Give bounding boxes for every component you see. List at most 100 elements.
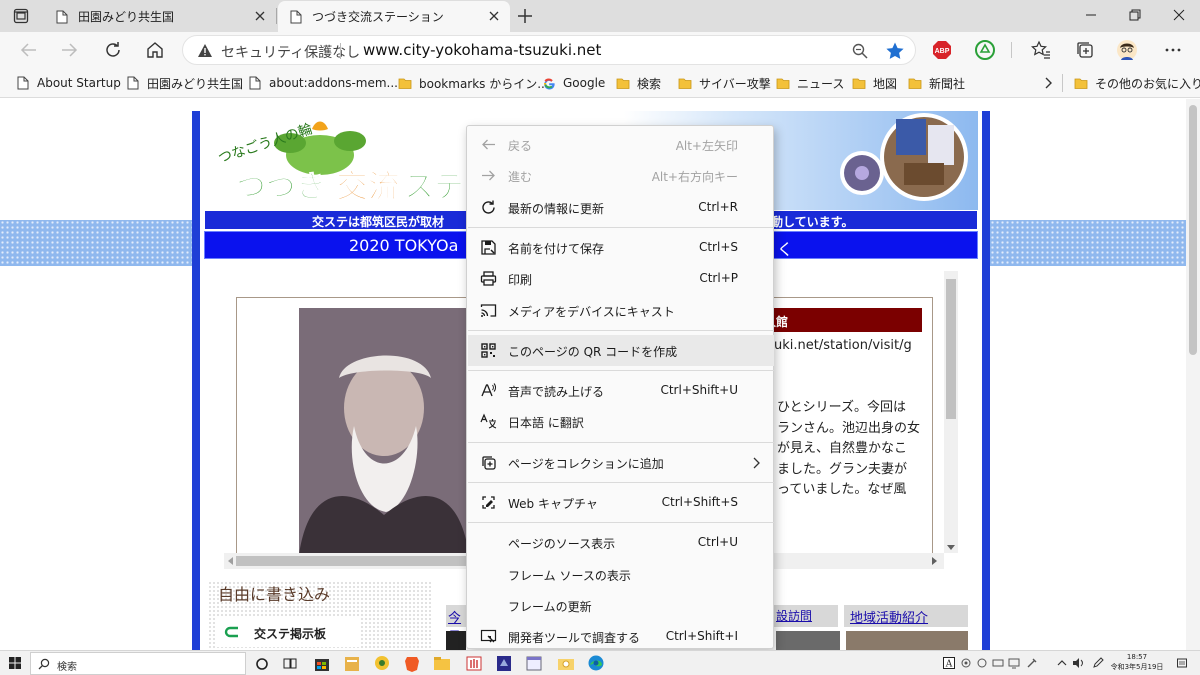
article-vertical-scrollbar[interactable] [944,271,958,553]
scroll-right-arrow-icon[interactable] [930,557,938,565]
restore-button[interactable] [1124,4,1146,26]
bookmark-item[interactable]: 検索 [616,73,661,93]
game-app-icon[interactable] [494,654,514,673]
menu-item-read-aloud[interactable]: 音声で読み上げる Ctrl+Shift+U [468,375,774,406]
bookmark-label: 田園みどり共生国 [147,76,244,91]
task-view-icon[interactable] [280,654,300,673]
collections-icon[interactable] [1074,39,1096,61]
menu-item-devtools[interactable]: 開発者ツールで調査する Ctrl+Shift+I [468,621,774,652]
pen-icon[interactable] [1092,657,1104,669]
refresh-button[interactable] [102,39,124,61]
bookmark-item[interactable]: 新聞社 [908,73,965,93]
taskbar-search-box[interactable]: 検索 [30,652,246,675]
favorite-star-icon[interactable] [885,41,905,61]
menu-item-collections[interactable]: ページをコレクションに追加 [468,447,774,478]
store-icon[interactable] [312,654,332,673]
tray-keyboard-icon[interactable] [992,657,1004,669]
menu-item-save[interactable]: 名前を付けて保存 Ctrl+S [468,232,774,263]
menu-item-qr-code[interactable]: このページの QR コードを作成 [468,334,774,366]
site-logo[interactable]: つなごう人の輪 つづき 交流 ステー [212,115,482,207]
tab-actions-button[interactable] [10,6,32,26]
bookmark-item[interactable]: about:addons-mem... [248,73,398,93]
thumbnail-image[interactable] [776,631,840,650]
menu-separator [468,370,774,372]
bookmark-label: Google [563,76,606,90]
tray-tools-icon[interactable] [1026,657,1038,669]
thumbnail-image[interactable] [846,631,968,650]
scrollbar-thumb[interactable] [946,279,956,419]
context-menu: 戻る Alt+左矢印 進む Alt+右方向キー 最新の情報に更新 Ctrl+R 名前を付けて… [466,125,774,649]
home-button[interactable] [144,39,166,61]
tray-app-icon[interactable] [976,657,988,669]
globe-app-icon[interactable] [372,654,392,673]
adblock-plus-icon[interactable]: ABP [931,39,953,61]
menu-item-back-arrow[interactable]: 戻る Alt+左矢印 [468,129,774,160]
thumbnail-image[interactable] [446,631,466,650]
cast-icon [480,303,497,317]
forward-button[interactable] [58,39,80,61]
cortana-icon[interactable] [252,654,272,673]
article-link[interactable]: uki.net/station/visit/g [774,338,912,353]
bookmark-item[interactable]: 田園みどり共生国 [126,73,243,93]
other-favorites-folder[interactable]: その他のお気に入り [1074,73,1200,93]
menu-item-print[interactable]: 印刷 Ctrl+P [468,263,774,294]
file-explorer-icon[interactable] [432,654,452,673]
folder-icon [616,78,630,89]
close-icon[interactable] [488,10,500,22]
menu-item-refresh[interactable]: 最新の情報に更新 Ctrl+R [468,192,774,223]
bookmark-item[interactable]: サイバー攻撃 [678,73,771,93]
window-close-button[interactable] [1168,4,1190,26]
folder-app-icon[interactable] [556,654,576,673]
warning-icon[interactable] [197,43,213,59]
menu-item-forward-arrow[interactable]: 進む Alt+右方向キー [468,160,774,191]
menu-item-translate[interactable]: 日本語 に翻訳 [468,406,774,437]
menu-item-menu-item[interactable]: ページのソース表示 Ctrl+U [468,527,774,558]
close-icon[interactable] [254,10,266,22]
edge-browser-icon[interactable] [586,654,606,673]
scroll-left-arrow-icon[interactable] [227,557,235,565]
bookmark-item[interactable]: 地図 [852,73,897,93]
bookmark-item[interactable]: Google [542,73,605,93]
show-hidden-icons-icon[interactable] [1056,657,1068,669]
print-icon [480,271,497,286]
media-app-icon[interactable] [464,654,484,673]
profile-avatar[interactable] [1116,39,1138,61]
bulletin-board-link[interactable]: 交ステ掲示板 [216,617,360,647]
scroll-down-arrow-icon[interactable] [947,543,955,551]
more-menu-icon[interactable] [1162,39,1184,61]
menu-item-menu-item[interactable]: フレームの更新 [468,590,774,621]
tray-monitor-icon[interactable] [1008,657,1020,669]
brave-icon[interactable] [402,654,422,673]
notepad-app-icon[interactable] [342,654,362,673]
menu-item-cast[interactable]: メディアをデバイスにキャスト [468,295,774,326]
bookmark-item[interactable]: bookmarks からイン... [398,73,549,93]
scrollbar-thumb[interactable] [1189,105,1197,355]
new-tab-button[interactable] [514,5,536,27]
tab-tsuzuki[interactable]: つづき交流ステーション [278,1,510,32]
tray-settings-icon[interactable] [960,657,972,669]
volume-icon[interactable] [1072,657,1084,669]
tab-actions-icon [13,8,29,24]
folder-icon [678,78,692,89]
chevron-right-icon[interactable] [1040,74,1056,92]
windows-start-icon[interactable] [9,657,21,669]
ime-mode-icon[interactable]: A [943,657,955,669]
facility-visit-link[interactable]: 設訪問 [774,605,838,627]
menu-item-web-capture[interactable]: Web キャプチャ Ctrl+Shift+S [468,487,774,518]
favorites-icon[interactable] [1030,39,1052,61]
page-vertical-scrollbar[interactable] [1186,99,1200,650]
calendar-app-icon[interactable] [524,654,544,673]
recycle-extension-icon[interactable] [974,39,996,61]
notification-icon[interactable] [1176,657,1188,669]
community-activity-link[interactable]: 地域活動紹介 [844,605,968,627]
bookmark-item[interactable]: ニュース [776,73,844,93]
tab-denen[interactable]: 田園みどり共生国 [44,1,276,32]
bookmark-item[interactable]: About Startup [16,73,121,93]
back-button[interactable] [18,39,40,61]
menu-item-menu-item[interactable]: フレーム ソースの表示 [468,559,774,590]
address-bar[interactable]: セキュリティ保護なし www.city-yokohama-tsuzuki.net [182,35,916,65]
taskbar-clock[interactable]: 18:57 令和3年5月19日 [1108,652,1166,672]
zoom-icon[interactable] [851,42,869,60]
minimize-button[interactable] [1080,4,1102,26]
url-text[interactable]: www.city-yokohama-tsuzuki.net [363,41,601,59]
